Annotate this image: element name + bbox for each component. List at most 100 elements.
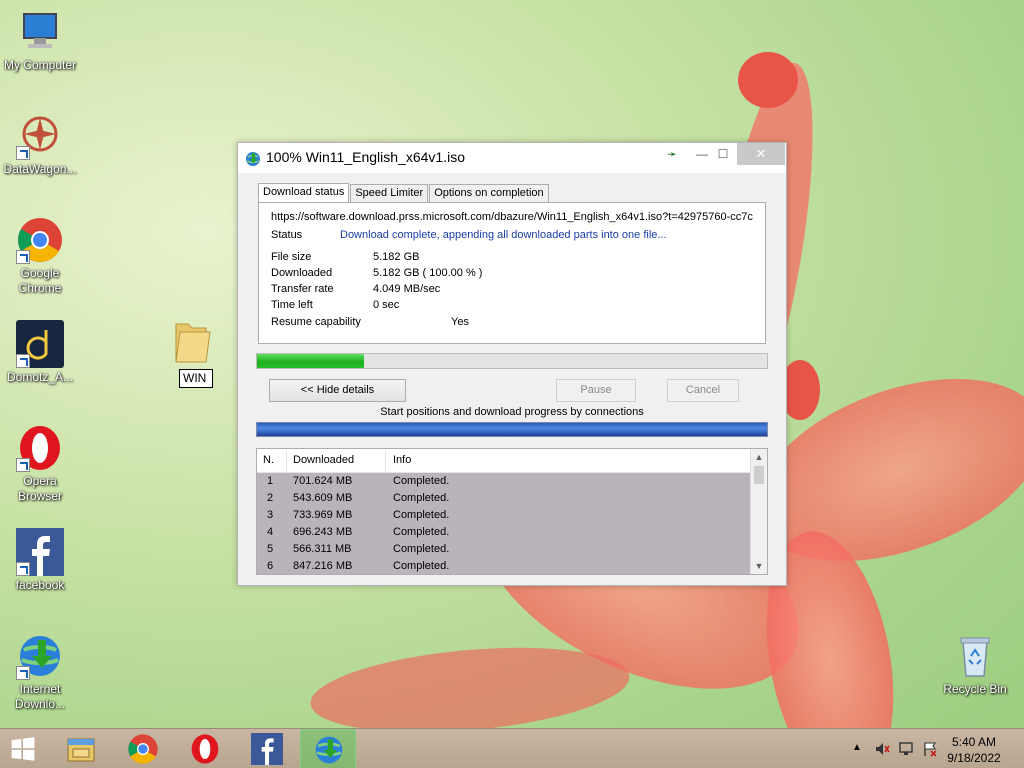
cell-downloaded: 543.609 MB: [293, 492, 353, 504]
file-size-value: 5.182 GB: [373, 251, 420, 263]
clock-time: 5:40 AM: [951, 735, 997, 749]
column-divider[interactable]: [286, 451, 287, 471]
cell-n: 1: [267, 475, 274, 487]
recycle-bin-icon: [951, 632, 999, 680]
list-scrollbar[interactable]: ▲ ▼: [750, 449, 767, 574]
facebook-icon: [251, 733, 283, 765]
list-row[interactable]: 2 543.609 MB Completed.: [257, 490, 751, 507]
close-button[interactable]: ✕: [737, 143, 785, 165]
domotz-icon: [16, 320, 64, 368]
pin-arrow-icon[interactable]: ➛: [658, 143, 686, 165]
cell-info: Completed.: [393, 543, 450, 555]
system-tray: ▲: [848, 729, 948, 768]
scroll-down-icon[interactable]: ▼: [751, 558, 767, 574]
window-titlebar[interactable]: 100% Win11_English_x64v1.iso ➛ — ☐ ✕: [238, 143, 786, 173]
window-title: 100% Win11_English_x64v1.iso: [266, 149, 465, 165]
cell-downloaded: 701.624 MB: [293, 475, 353, 487]
cell-info: Completed.: [393, 475, 450, 487]
desktop-icon-opera[interactable]: Opera Browser: [0, 424, 80, 504]
idm-globe-icon: [245, 151, 261, 167]
pause-button[interactable]: Pause: [556, 379, 636, 402]
status-value: Download complete, appending all downloa…: [340, 229, 667, 241]
desktop-icon-my-computer[interactable]: My Computer: [0, 8, 80, 73]
show-hidden-icons-icon[interactable]: ▲: [852, 742, 862, 753]
download-window: 100% Win11_English_x64v1.iso ➛ — ☐ ✕ Dow…: [237, 142, 787, 586]
cell-downloaded: 733.969 MB: [293, 509, 353, 521]
list-body: 1 701.624 MB Completed. 2 543.609 MB Com…: [257, 473, 751, 574]
cell-n: 2: [267, 492, 274, 504]
cancel-button[interactable]: Cancel: [667, 379, 739, 402]
windows-logo-icon: [11, 737, 35, 761]
list-row[interactable]: 1 701.624 MB Completed.: [257, 473, 751, 490]
chrome-icon: [16, 216, 64, 264]
list-row[interactable]: 6 847.216 MB Completed.: [257, 558, 751, 574]
tab-speed-limiter[interactable]: Speed Limiter: [350, 184, 429, 203]
scroll-thumb[interactable]: [754, 466, 764, 484]
desktop-icon-label: Opera Browser: [17, 474, 62, 503]
shortcut-arrow-icon: [16, 458, 30, 472]
transfer-rate-label: Transfer rate: [271, 283, 334, 295]
download-progress-bar: [256, 353, 768, 369]
connections-list[interactable]: N. Downloaded Info 1 701.624 MB Complete…: [256, 448, 768, 575]
resume-capability-label: Resume capability: [271, 316, 361, 328]
desktop-icon-label: Recycle Bin: [943, 682, 1007, 696]
desktop-icon-label: facebook: [15, 578, 65, 592]
opera-icon: [16, 424, 64, 472]
chrome-icon: [128, 734, 158, 764]
connections-label: Start positions and download progress by…: [380, 406, 644, 418]
desktop-icon-google-chrome[interactable]: Google Chrome: [0, 216, 80, 296]
taskbar-file-explorer[interactable]: [53, 729, 109, 768]
status-label: Status: [271, 229, 303, 241]
cell-n: 3: [267, 509, 274, 521]
taskbar-clock[interactable]: 5:40 AM 9/18/2022: [944, 734, 1004, 766]
download-progress-fill: [257, 354, 365, 368]
file-explorer-icon: [67, 738, 95, 762]
tab-options-on-completion[interactable]: Options on completion: [429, 184, 549, 203]
opera-icon: [191, 734, 219, 764]
shortcut-arrow-icon: [16, 250, 30, 264]
desktop-icon-label: Domotz_A...: [6, 370, 74, 384]
idm-icon: [16, 632, 64, 680]
downloaded-label: Downloaded: [271, 267, 333, 279]
taskbar-internet-download-manager[interactable]: [300, 729, 356, 768]
desktop-icon-domotz[interactable]: Domotz_A...: [0, 320, 80, 385]
taskbar-opera[interactable]: [177, 729, 233, 768]
desktop-icon-recycle-bin[interactable]: Recycle Bin: [935, 632, 1015, 697]
clock-date: 9/18/2022: [947, 751, 1001, 765]
scroll-up-icon[interactable]: ▲: [751, 449, 767, 465]
datawagon-icon: [16, 112, 64, 160]
desktop-icon-label: Google Chrome: [18, 266, 62, 295]
cell-info: Completed.: [393, 509, 450, 521]
list-row[interactable]: 3 733.969 MB Completed.: [257, 507, 751, 524]
folder-rename-input[interactable]: WIN: [179, 369, 213, 388]
list-row[interactable]: 4 696.243 MB Completed.: [257, 524, 751, 541]
column-header-info[interactable]: Info: [393, 454, 411, 466]
cell-info: Completed.: [393, 492, 450, 504]
transfer-rate-value: 4.049 MB/sec: [373, 283, 441, 295]
taskbar: ▲ 5:40 AM 9/18/2022: [0, 728, 1024, 768]
tab-strip: Download status Speed Limiter Options on…: [258, 183, 550, 204]
folder-icon[interactable]: [172, 318, 212, 364]
cell-n: 5: [267, 543, 274, 555]
action-center-flag-icon[interactable]: [922, 741, 938, 757]
taskbar-chrome[interactable]: [115, 729, 171, 768]
volume-muted-icon[interactable]: [874, 741, 890, 757]
column-divider[interactable]: [385, 451, 386, 471]
column-header-downloaded[interactable]: Downloaded: [293, 454, 354, 466]
cell-n: 4: [267, 526, 274, 538]
connections-progress-bar: [256, 422, 768, 437]
tab-download-status[interactable]: Download status: [258, 183, 350, 204]
download-status-panel: https://software.download.prss.microsoft…: [258, 202, 766, 344]
shortcut-arrow-icon: [16, 146, 30, 160]
maximize-button[interactable]: ☐: [709, 143, 737, 165]
facebook-icon: [16, 528, 64, 576]
desktop-icon-internet-download-manager[interactable]: Internet Downlo...: [0, 632, 80, 712]
hide-details-button[interactable]: << Hide details: [269, 379, 406, 402]
taskbar-facebook[interactable]: [239, 729, 295, 768]
desktop-icon-facebook[interactable]: facebook: [0, 528, 80, 593]
column-header-n[interactable]: N.: [263, 454, 274, 466]
list-row[interactable]: 5 566.311 MB Completed.: [257, 541, 751, 558]
network-icon[interactable]: [898, 741, 914, 757]
desktop-icon-datawagon[interactable]: DataWagon...: [0, 112, 80, 177]
start-button[interactable]: [0, 729, 56, 768]
